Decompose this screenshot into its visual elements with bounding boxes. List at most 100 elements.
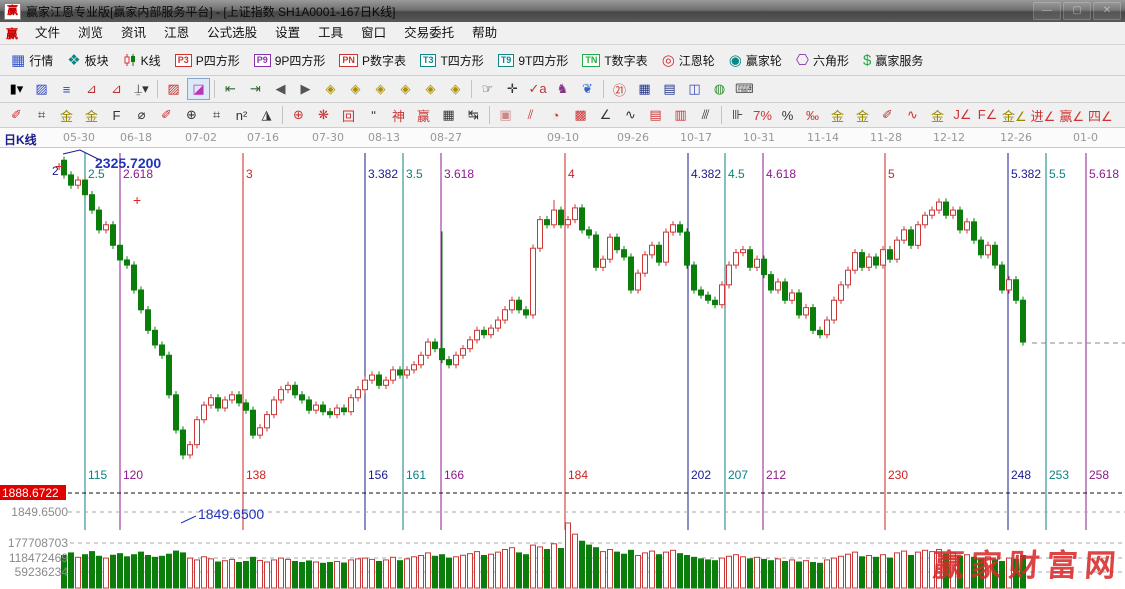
volume-bar: [790, 560, 795, 588]
volume-bar: [160, 556, 165, 588]
candle: [97, 210, 102, 230]
svg-text:115: 115: [88, 468, 107, 482]
volume-bar: [279, 558, 284, 588]
candle: [545, 220, 550, 225]
volume-bar: [342, 563, 347, 588]
volume-bar: [300, 563, 305, 588]
volume-bar: [447, 558, 452, 588]
volume-bar: [426, 553, 431, 588]
volume-scale-label: 59236234: [15, 565, 69, 579]
volume-bar: [671, 550, 676, 588]
volume-bar: [258, 560, 263, 588]
candle: [132, 265, 137, 290]
candle: [573, 208, 578, 220]
candle: [902, 230, 907, 240]
candle: [559, 210, 564, 225]
volume-bar: [181, 553, 186, 588]
candle: [286, 385, 291, 389]
candle: [944, 202, 949, 215]
candle: [811, 308, 816, 331]
svg-text:207: 207: [728, 468, 748, 482]
candle: [762, 259, 767, 274]
candle: [1007, 280, 1012, 290]
candle: [83, 180, 88, 195]
volume-bar: [860, 557, 865, 588]
candle: [510, 300, 515, 310]
candle: [552, 210, 557, 225]
candle: [405, 370, 410, 375]
volume-bar: [272, 560, 277, 588]
volume-bar: [111, 555, 116, 588]
volume-bar: [643, 553, 648, 588]
candle: [664, 232, 669, 262]
volume-bar: [853, 552, 858, 588]
volume-bar: [314, 562, 319, 588]
volume-bar: [293, 561, 298, 588]
volume-bar: [776, 559, 781, 588]
volume-bar: [734, 555, 739, 588]
volume-bar: [755, 557, 760, 588]
volume-bar: [83, 555, 88, 588]
svg-text:1849.6500: 1849.6500: [11, 505, 68, 519]
volume-bar: [615, 552, 620, 588]
volume-bar: [496, 552, 501, 588]
candle: [993, 245, 998, 265]
svg-text:253: 253: [1049, 468, 1069, 482]
candle: [531, 248, 536, 315]
candle: [874, 257, 879, 265]
volume-bar: [804, 561, 809, 588]
volume-bar: [839, 556, 844, 588]
volume-bar: [244, 561, 249, 588]
svg-text:3: 3: [246, 167, 253, 181]
volume-bar: [629, 550, 634, 588]
kline-chart-canvas[interactable]: 2.51152.61812031383.3821563.51613.618166…: [0, 0, 1125, 589]
candle: [146, 310, 151, 331]
candle: [895, 240, 900, 259]
volume-bar: [363, 558, 368, 588]
volume-bar: [881, 555, 886, 588]
volume-bar: [237, 563, 242, 588]
volume-bar: [601, 552, 606, 588]
candle: [328, 412, 333, 415]
volume-bar: [692, 557, 697, 588]
svg-text:3.618: 3.618: [444, 167, 474, 181]
volume-bar: [153, 557, 158, 588]
candle: [279, 390, 284, 400]
candle: [1014, 280, 1019, 301]
volume-bar: [90, 552, 95, 588]
volume-bar: [657, 555, 662, 588]
reference-lines: [68, 343, 1125, 572]
volume-bar: [174, 551, 179, 588]
svg-text:4.382: 4.382: [691, 167, 721, 181]
candle: [251, 410, 256, 435]
candle: [832, 300, 837, 320]
candle: [566, 220, 571, 225]
volume-bar: [76, 557, 81, 588]
volume-bar: [622, 554, 627, 588]
candle: [300, 395, 305, 400]
candle: [419, 355, 424, 365]
candle: [937, 202, 942, 210]
volume-bar: [440, 555, 445, 588]
candle: [496, 320, 501, 328]
volume-bar: [531, 545, 536, 588]
svg-text:2: 2: [52, 164, 59, 178]
volume-bar: [783, 561, 788, 588]
volume-bar: [720, 558, 725, 588]
volume-bars: [62, 523, 1026, 588]
candle: [860, 253, 865, 268]
volume-bar: [580, 541, 585, 588]
volume-bar: [895, 553, 900, 588]
candle: [699, 290, 704, 295]
volume-bar: [727, 556, 732, 588]
candle: [237, 395, 242, 403]
svg-text:1888.6722: 1888.6722: [2, 486, 59, 500]
svg-text:258: 258: [1089, 468, 1109, 482]
candle: [111, 225, 116, 246]
volume-bar: [223, 561, 228, 588]
candle: [1021, 300, 1026, 342]
candle: [139, 290, 144, 310]
candle: [230, 395, 235, 400]
candle: [258, 428, 263, 435]
candle: [951, 210, 956, 215]
